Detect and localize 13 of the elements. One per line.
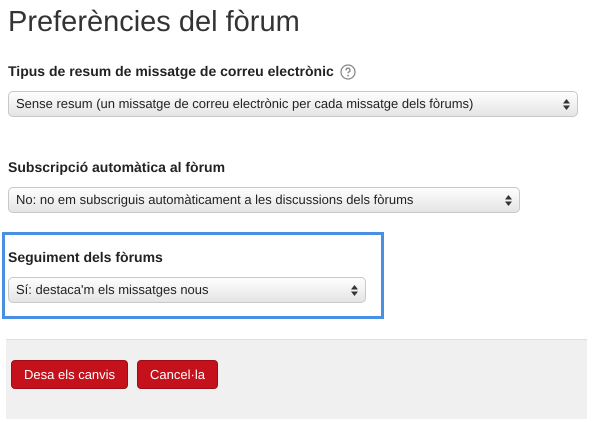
up-down-arrows-icon: [563, 98, 570, 110]
field-label: Seguiment dels fòrums: [8, 248, 163, 267]
select-field[interactable]: No: no em subscriguis automàticament a les discussions dels fòrums: [8, 187, 520, 213]
select-field[interactable]: Sense resum (un missatge de correu electrònic per cada missatge dels fòrums): [8, 91, 578, 117]
up-down-arrows-icon: [351, 284, 358, 296]
page-title: Preferències del fòrum: [7, 5, 301, 40]
field-label: Tipus de resum de missatge de correu electrònic: [8, 62, 334, 81]
help-icon[interactable]: [340, 64, 356, 80]
up-down-arrows-icon: [505, 194, 512, 206]
cancel-button[interactable]: Cancel·la: [137, 360, 218, 389]
save-button[interactable]: Desa els canvis: [11, 360, 128, 389]
select-field[interactable]: Sí: destaca'm els missatges nous: [8, 277, 366, 303]
field-label: Subscripció automàtica al fòrum: [8, 158, 226, 177]
